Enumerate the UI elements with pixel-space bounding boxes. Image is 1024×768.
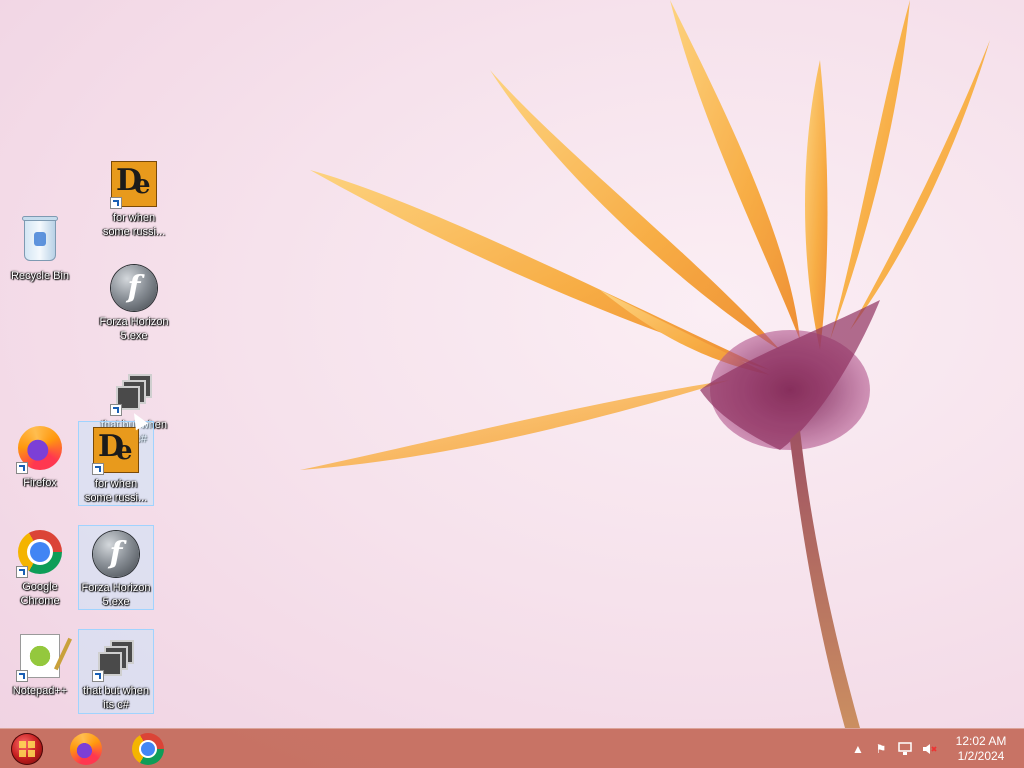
desktop-icon-for-when-some-russi-dragged[interactable]: De for when some russi... <box>78 421 154 506</box>
desktop-icon-that-but-when-its-csharp-dragged[interactable]: that but when its c# <box>78 629 154 714</box>
taskbar-chrome-button[interactable] <box>122 732 172 766</box>
flash-app-icon: f <box>111 265 157 311</box>
chrome-icon <box>132 733 164 765</box>
shortcut-arrow-icon <box>16 566 28 578</box>
shortcut-arrow-icon <box>110 197 122 209</box>
desktop-icon-label: Google Chrome <box>20 581 60 607</box>
start-orb-icon <box>11 733 43 765</box>
shortcut-arrow-icon <box>92 670 104 682</box>
flower-illustration <box>300 0 990 728</box>
shortcut-arrow-icon <box>110 404 122 416</box>
shortcut-arrow-icon <box>92 463 104 475</box>
desktop-icon-label: that but when its c# <box>82 685 150 711</box>
shortcut-arrow-icon <box>16 670 28 682</box>
desktop-icon-recycle-bin[interactable]: Recycle Bin <box>2 212 78 283</box>
desktop-icon-firefox[interactable]: Firefox <box>2 420 78 490</box>
system-clock[interactable]: 12:02 AM 1/2/2024 <box>946 734 1016 764</box>
clock-time: 12:02 AM <box>955 734 1007 748</box>
desktop-icon-forza-horizon[interactable]: f Forza Horizon 5.exe <box>96 260 172 343</box>
start-button[interactable] <box>2 732 52 766</box>
desktop-icon-notepad-plus-plus[interactable]: Notepad++ <box>2 628 78 698</box>
action-center-flag-icon[interactable]: ⚑ <box>873 741 889 757</box>
taskbar-firefox-button[interactable] <box>60 732 110 766</box>
desktop-icon-label: for when some russi... <box>84 478 148 504</box>
firefox-icon <box>70 733 102 765</box>
desktop-icon-label: for when some russi... <box>102 212 166 238</box>
desktop-icon-label: Firefox <box>23 477 57 489</box>
volume-muted-icon[interactable] <box>921 741 937 757</box>
desktop-icon-label: Forza Horizon 5.exe <box>81 582 151 608</box>
recycle-bin-icon <box>22 216 58 261</box>
taskbar: ▲ ⚑ 12:02 AM 1/2/2024 <box>0 728 1024 768</box>
desktop-icon-google-chrome[interactable]: Google Chrome <box>2 524 78 608</box>
desktop-icon-label: Recycle Bin <box>10 270 70 282</box>
desktop-icon-forza-horizon-dragged[interactable]: f Forza Horizon 5.exe <box>78 525 154 610</box>
desktop-icon-label: Forza Horizon 5.exe <box>99 316 169 342</box>
flash-app-icon: f <box>93 531 139 577</box>
desktop-icon-for-when-some-russi[interactable]: De for when some russi... <box>96 156 172 239</box>
shortcut-arrow-icon <box>16 462 28 474</box>
desktop-icon-label: Notepad++ <box>12 685 68 697</box>
show-hidden-icons-chevron[interactable]: ▲ <box>850 741 866 757</box>
network-icon[interactable] <box>897 741 913 757</box>
clock-date: 1/2/2024 <box>957 749 1005 763</box>
